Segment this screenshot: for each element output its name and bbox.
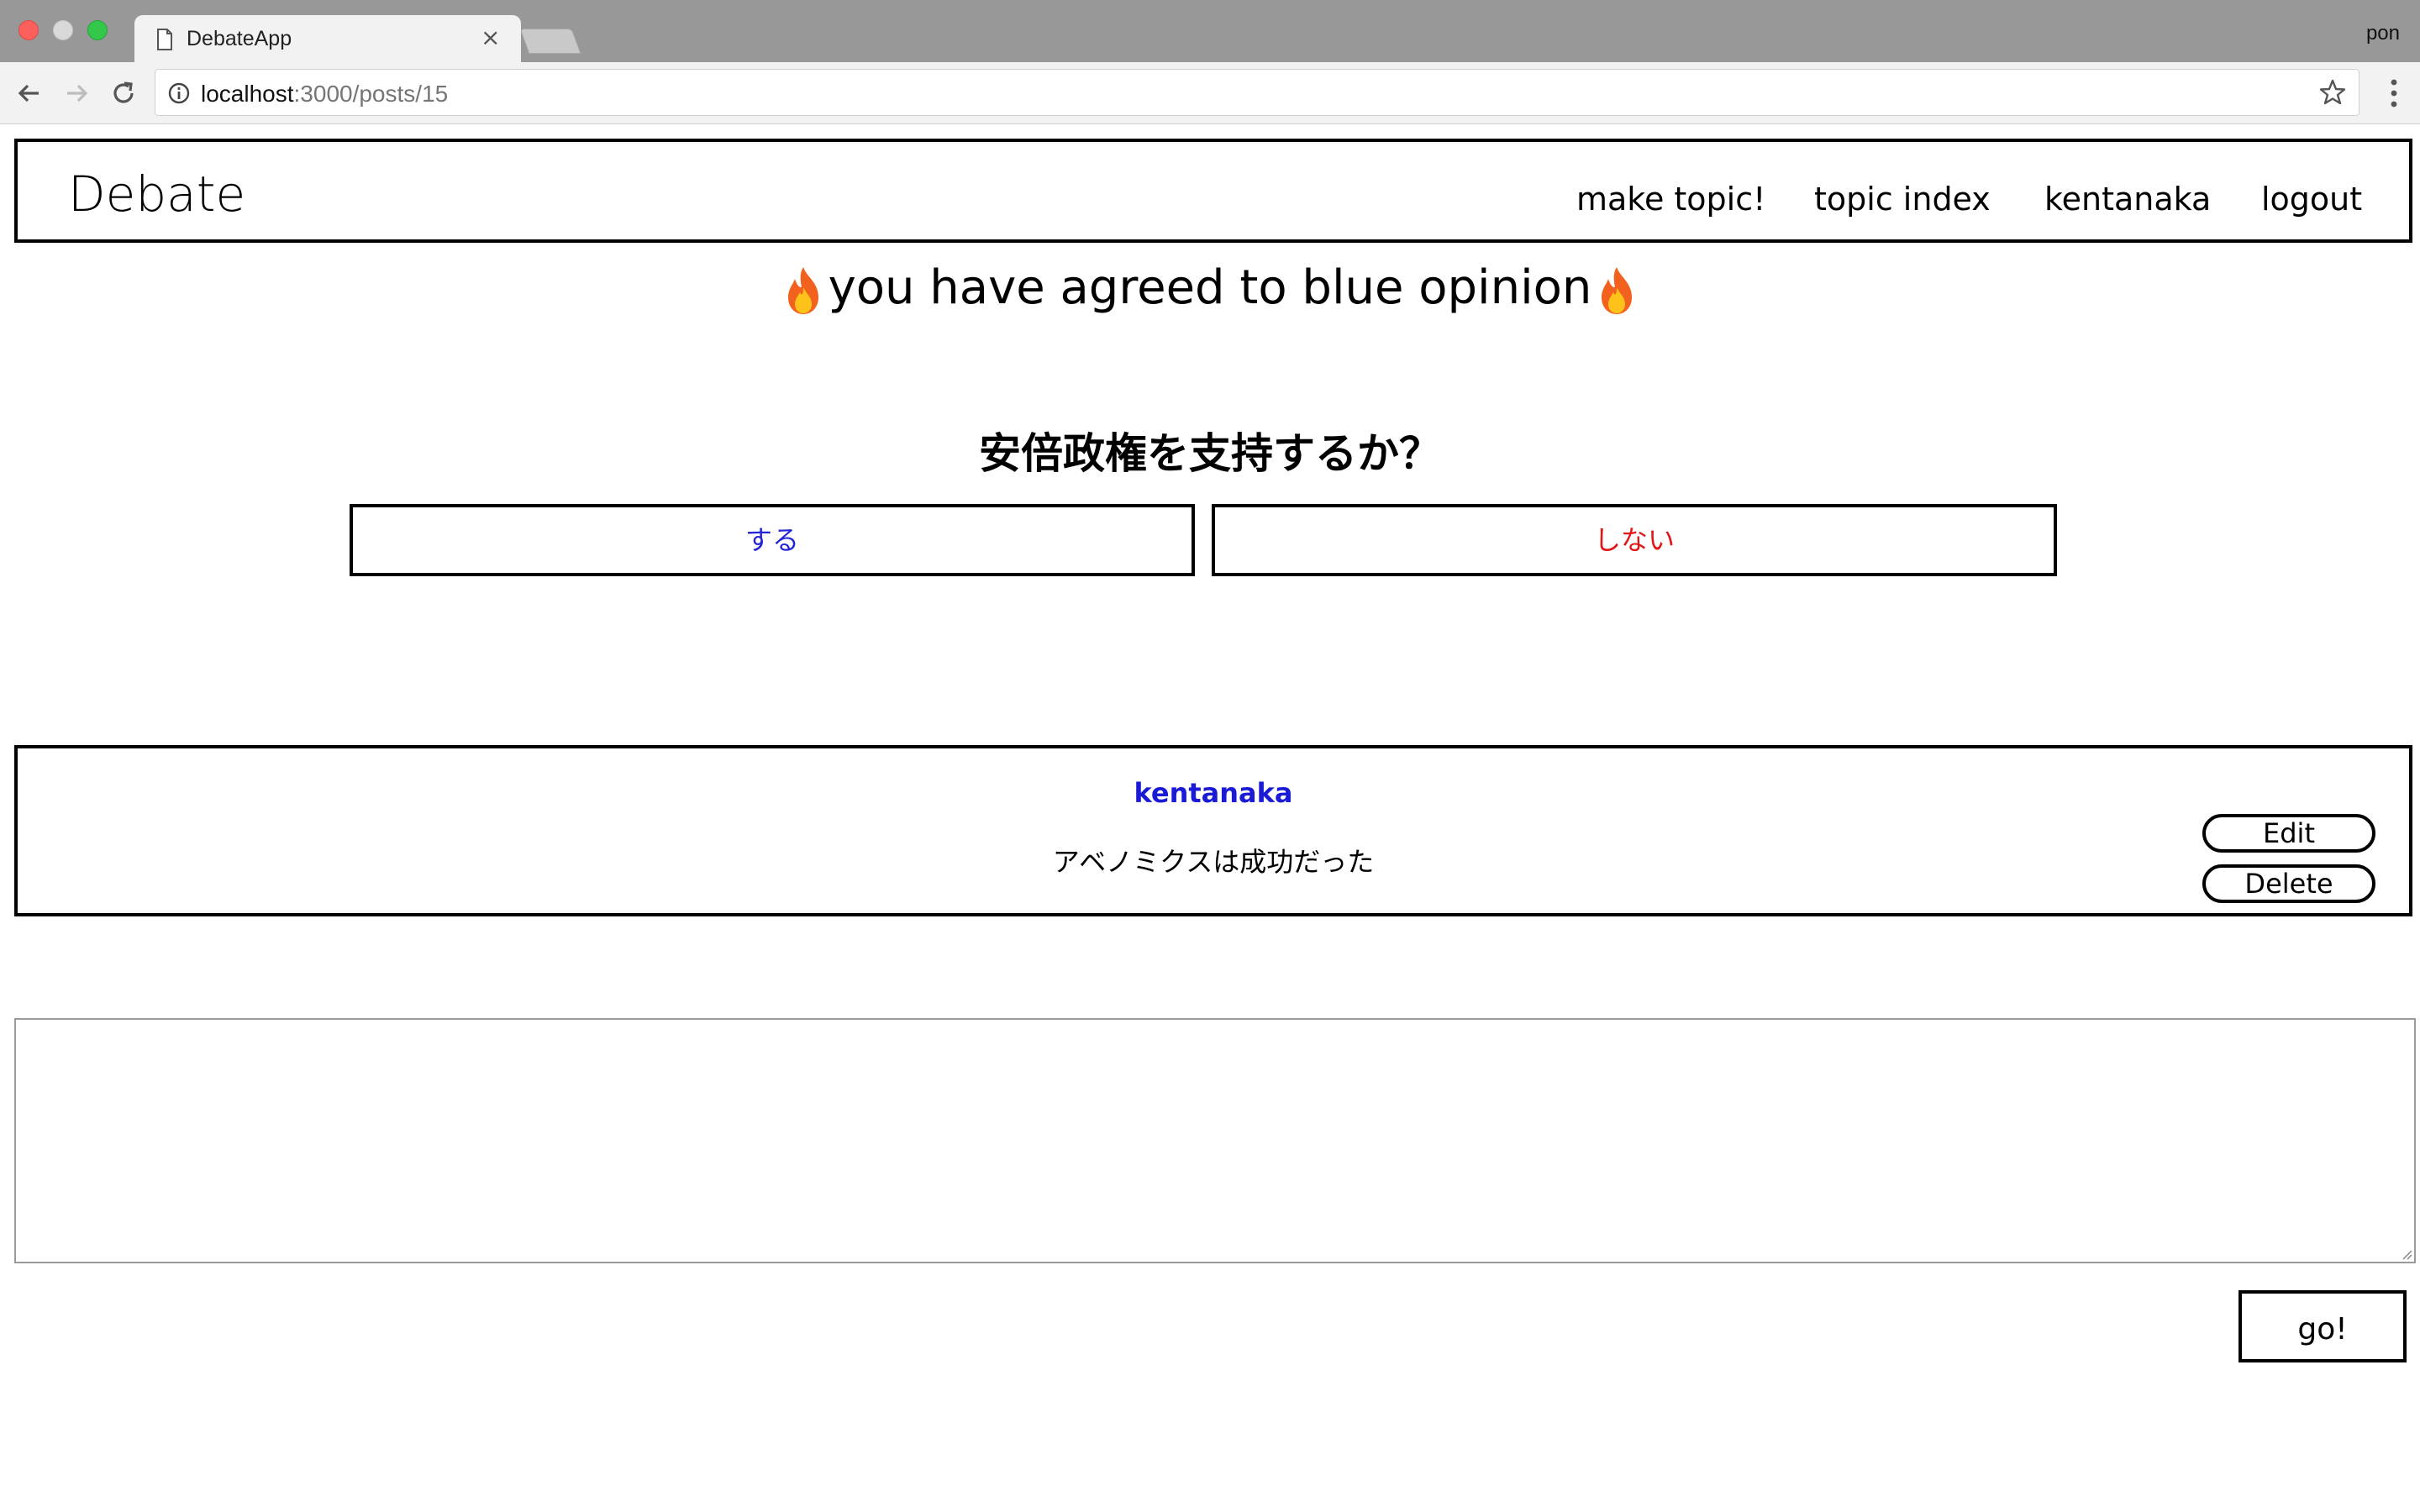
more-vertical-icon[interactable]: [2390, 79, 2398, 108]
site-header: Debate make topic! topic index kentanaka…: [14, 139, 2412, 243]
edit-comment-button[interactable]: Edit: [2202, 814, 2375, 853]
tab-title: DebateApp: [187, 27, 292, 50]
address-bar[interactable]: localhost:3000/posts/15: [155, 69, 2360, 116]
agreement-notice: you have agreed to blue opinion: [0, 260, 2420, 316]
back-button[interactable]: [13, 77, 45, 109]
comment-author[interactable]: kentanaka: [18, 777, 2409, 809]
agree-button[interactable]: する: [350, 504, 1195, 576]
resize-grip-icon[interactable]: [2399, 1247, 2412, 1260]
comment-body: アベノミクスは成功だった: [1052, 846, 1375, 878]
bookmark-star-icon[interactable]: [2318, 78, 2347, 107]
tab-close-icon[interactable]: ×: [481, 24, 500, 51]
nav-logout[interactable]: logout: [2261, 181, 2362, 218]
browser-tab-active[interactable]: DebateApp ×: [134, 15, 521, 62]
url-host: localhost: [201, 81, 294, 107]
url-text: localhost:3000/posts/15: [201, 81, 448, 108]
disagree-button[interactable]: しない: [1212, 504, 2057, 576]
reply-textarea[interactable]: [14, 1018, 2416, 1263]
new-tab-button[interactable]: [519, 29, 581, 54]
nav-make-topic[interactable]: make topic!: [1576, 181, 1765, 218]
window-titlebar: DebateApp × pon: [0, 0, 2420, 62]
browser-toolbar: localhost:3000/posts/15: [0, 62, 2420, 124]
maximize-window-button[interactable]: [87, 20, 108, 40]
notice-text: you have agreed to blue opinion: [828, 260, 1592, 315]
topic-question: 安倍政権を支持するか？: [979, 429, 1441, 478]
document-icon: [157, 29, 172, 50]
profile-name[interactable]: pon: [2366, 22, 2400, 45]
submit-reply-button[interactable]: go!: [2238, 1290, 2407, 1362]
nav-user[interactable]: kentanaka: [2044, 181, 2211, 218]
reload-icon: [113, 81, 134, 103]
minimize-window-button[interactable]: [53, 20, 73, 40]
delete-comment-button[interactable]: Delete: [2202, 864, 2375, 903]
forward-button[interactable]: [60, 77, 92, 109]
url-path: :3000/posts/15: [293, 81, 449, 107]
nav-topic-index[interactable]: topic index: [1814, 181, 1991, 218]
brand-logo[interactable]: Debate: [68, 165, 245, 223]
arrow-left-icon: [18, 84, 39, 102]
fire-icon: [787, 266, 818, 314]
reload-button[interactable]: [108, 77, 139, 109]
close-window-button[interactable]: [18, 20, 39, 40]
fire-icon: [1602, 266, 1633, 314]
info-icon[interactable]: [167, 81, 191, 105]
comment-card: kentanaka アベノミクスは成功だった Edit Delete: [14, 745, 2412, 916]
arrow-right-icon: [67, 84, 88, 102]
